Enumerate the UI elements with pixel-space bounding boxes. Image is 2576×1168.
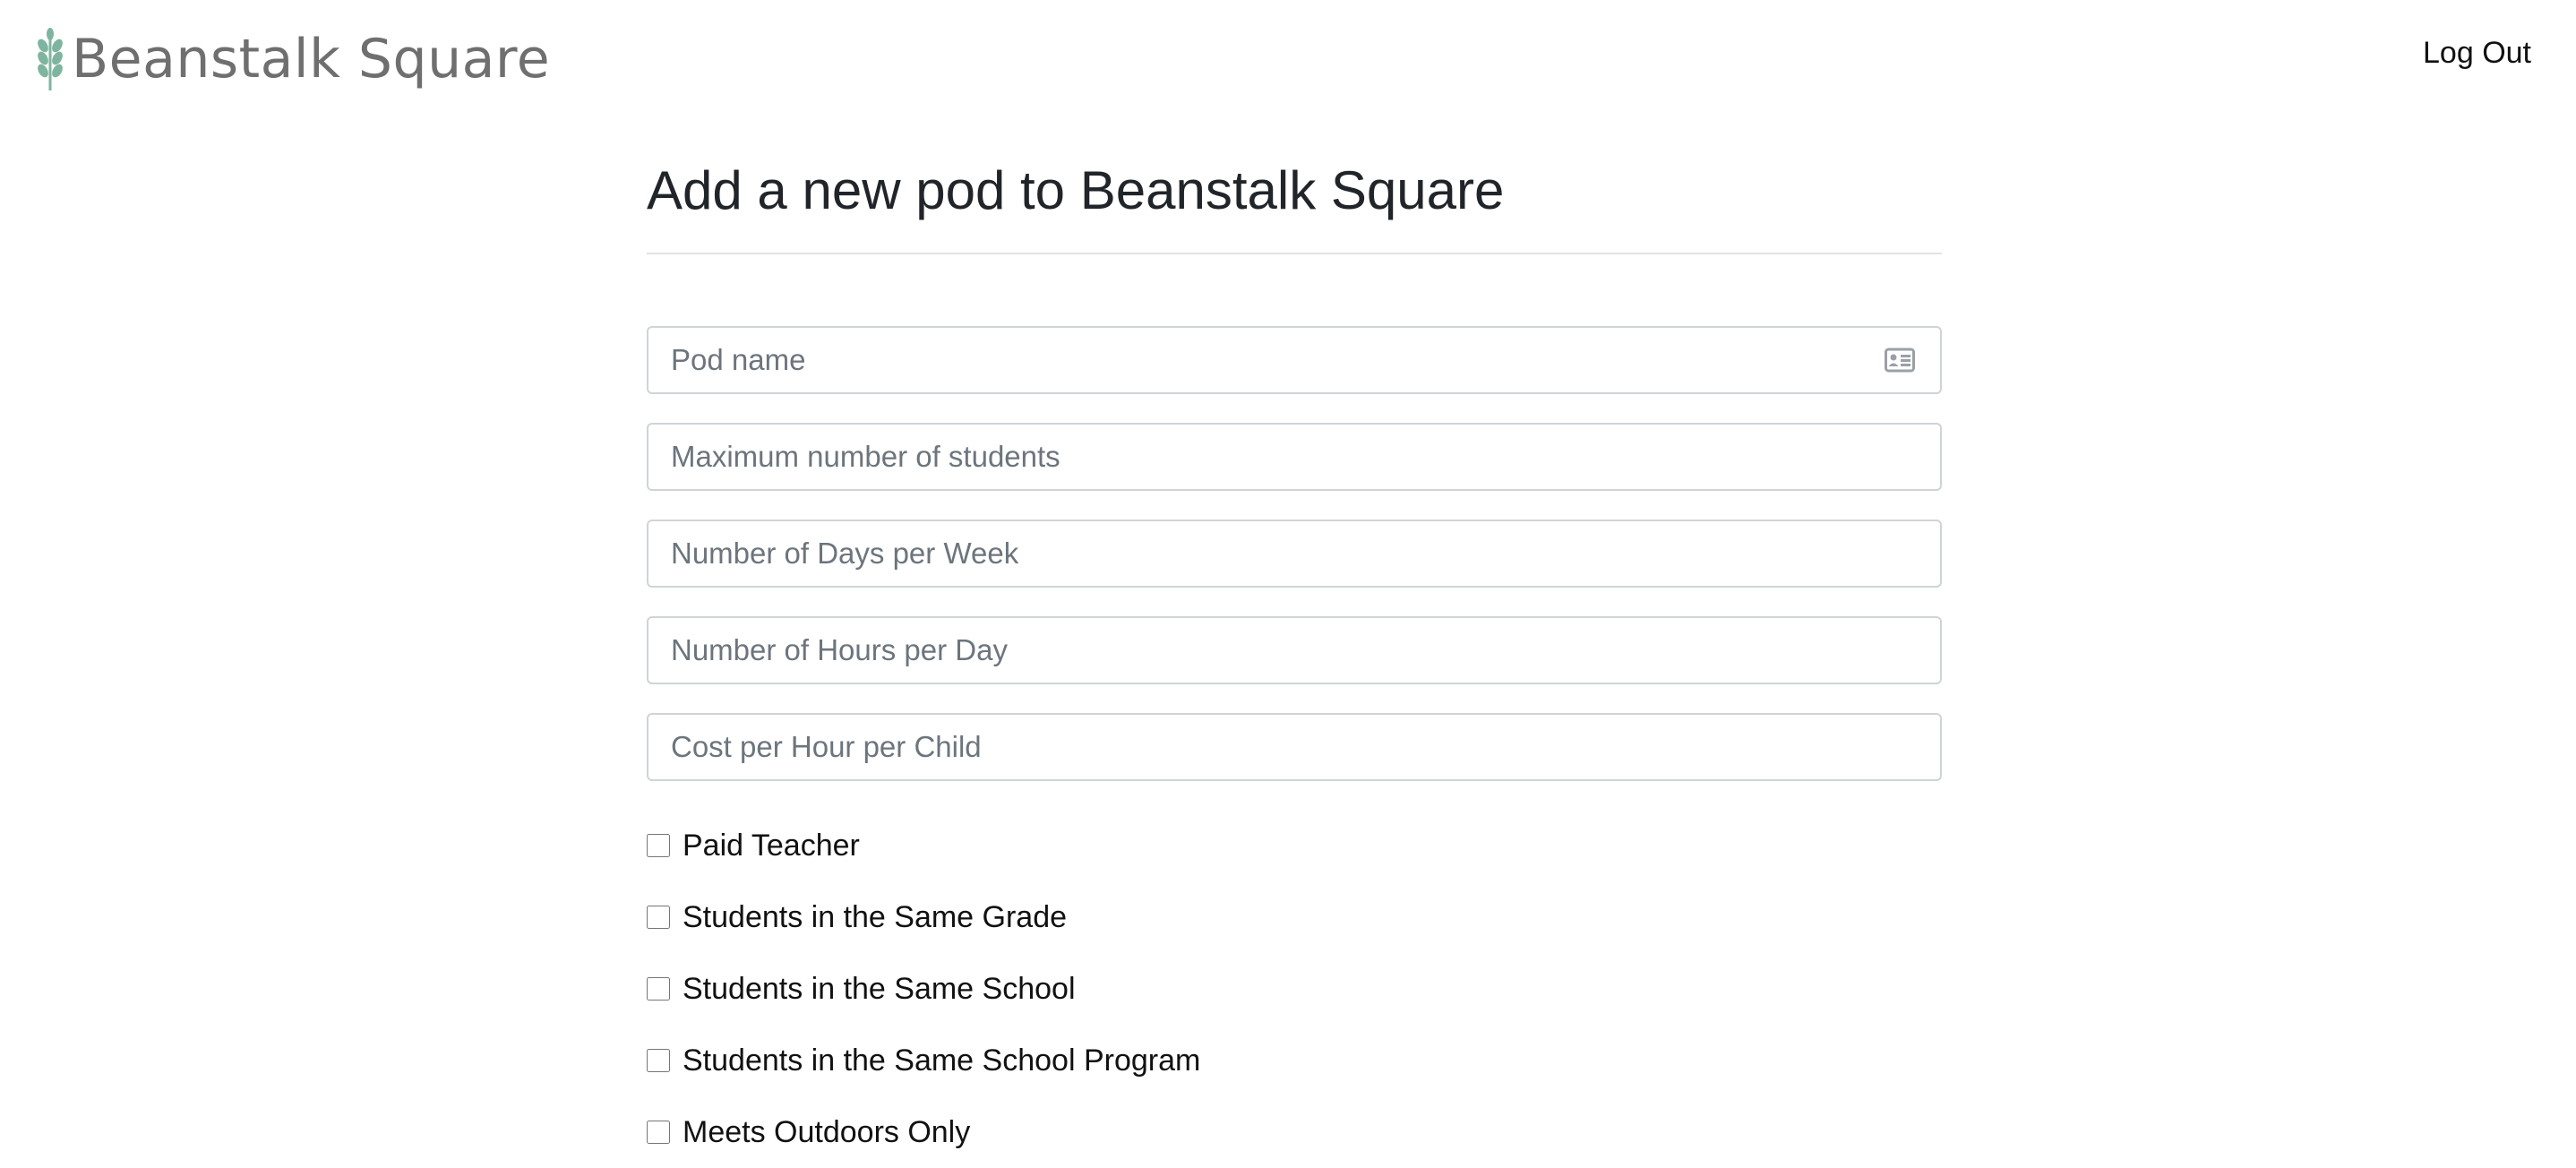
same-grade-option[interactable]: Students in the Same Grade — [647, 881, 1942, 953]
same-school-option[interactable]: Students in the Same School — [647, 953, 1942, 1025]
cost-per-hour-input[interactable] — [647, 713, 1942, 781]
same-school-program-option[interactable]: Students in the Same School Program — [647, 1025, 1942, 1096]
same-school-label: Students in the Same School — [683, 971, 1076, 1006]
paid-teacher-option[interactable]: Paid Teacher — [647, 810, 1942, 881]
add-pod-form: Paid Teacher Students in the Same Grade … — [647, 326, 1942, 1168]
pod-name-field — [647, 326, 1942, 394]
outdoors-only-option[interactable]: Meets Outdoors Only — [647, 1096, 1942, 1168]
title-divider — [647, 253, 1942, 254]
days-per-week-field — [647, 520, 1942, 588]
wheat-leaf-icon — [38, 28, 63, 90]
id-card-icon — [1885, 348, 1915, 373]
brand-name: Beanstalk Square — [72, 28, 551, 90]
days-per-week-input[interactable] — [647, 520, 1942, 588]
same-grade-checkbox[interactable] — [647, 906, 670, 929]
max-students-field — [647, 423, 1942, 491]
same-school-program-checkbox[interactable] — [647, 1049, 670, 1072]
same-school-checkbox[interactable] — [647, 977, 670, 1001]
page-title: Add a new pod to Beanstalk Square — [647, 160, 1505, 220]
pod-options: Paid Teacher Students in the Same Grade … — [647, 810, 1942, 1168]
logout-link[interactable]: Log Out — [2423, 36, 2531, 71]
same-school-program-label: Students in the Same School Program — [683, 1043, 1201, 1078]
hours-per-day-input[interactable] — [647, 616, 1942, 684]
main-content: Add a new pod to Beanstalk Square Pod na… — [647, 143, 1942, 1168]
paid-teacher-label: Paid Teacher — [683, 828, 860, 863]
brand-logo-link[interactable]: Beanstalk Square — [34, 21, 550, 97]
same-grade-label: Students in the Same Grade — [683, 899, 1068, 934]
hours-per-day-field — [647, 616, 1942, 684]
cost-per-hour-field — [647, 713, 1942, 781]
pod-name-input[interactable] — [647, 326, 1942, 394]
paid-teacher-checkbox[interactable] — [647, 834, 670, 857]
outdoors-only-label: Meets Outdoors Only — [683, 1114, 971, 1149]
outdoors-only-checkbox[interactable] — [647, 1121, 670, 1144]
top-navbar: Beanstalk Square Log Out — [0, 0, 2576, 116]
max-students-input[interactable] — [647, 423, 1942, 491]
